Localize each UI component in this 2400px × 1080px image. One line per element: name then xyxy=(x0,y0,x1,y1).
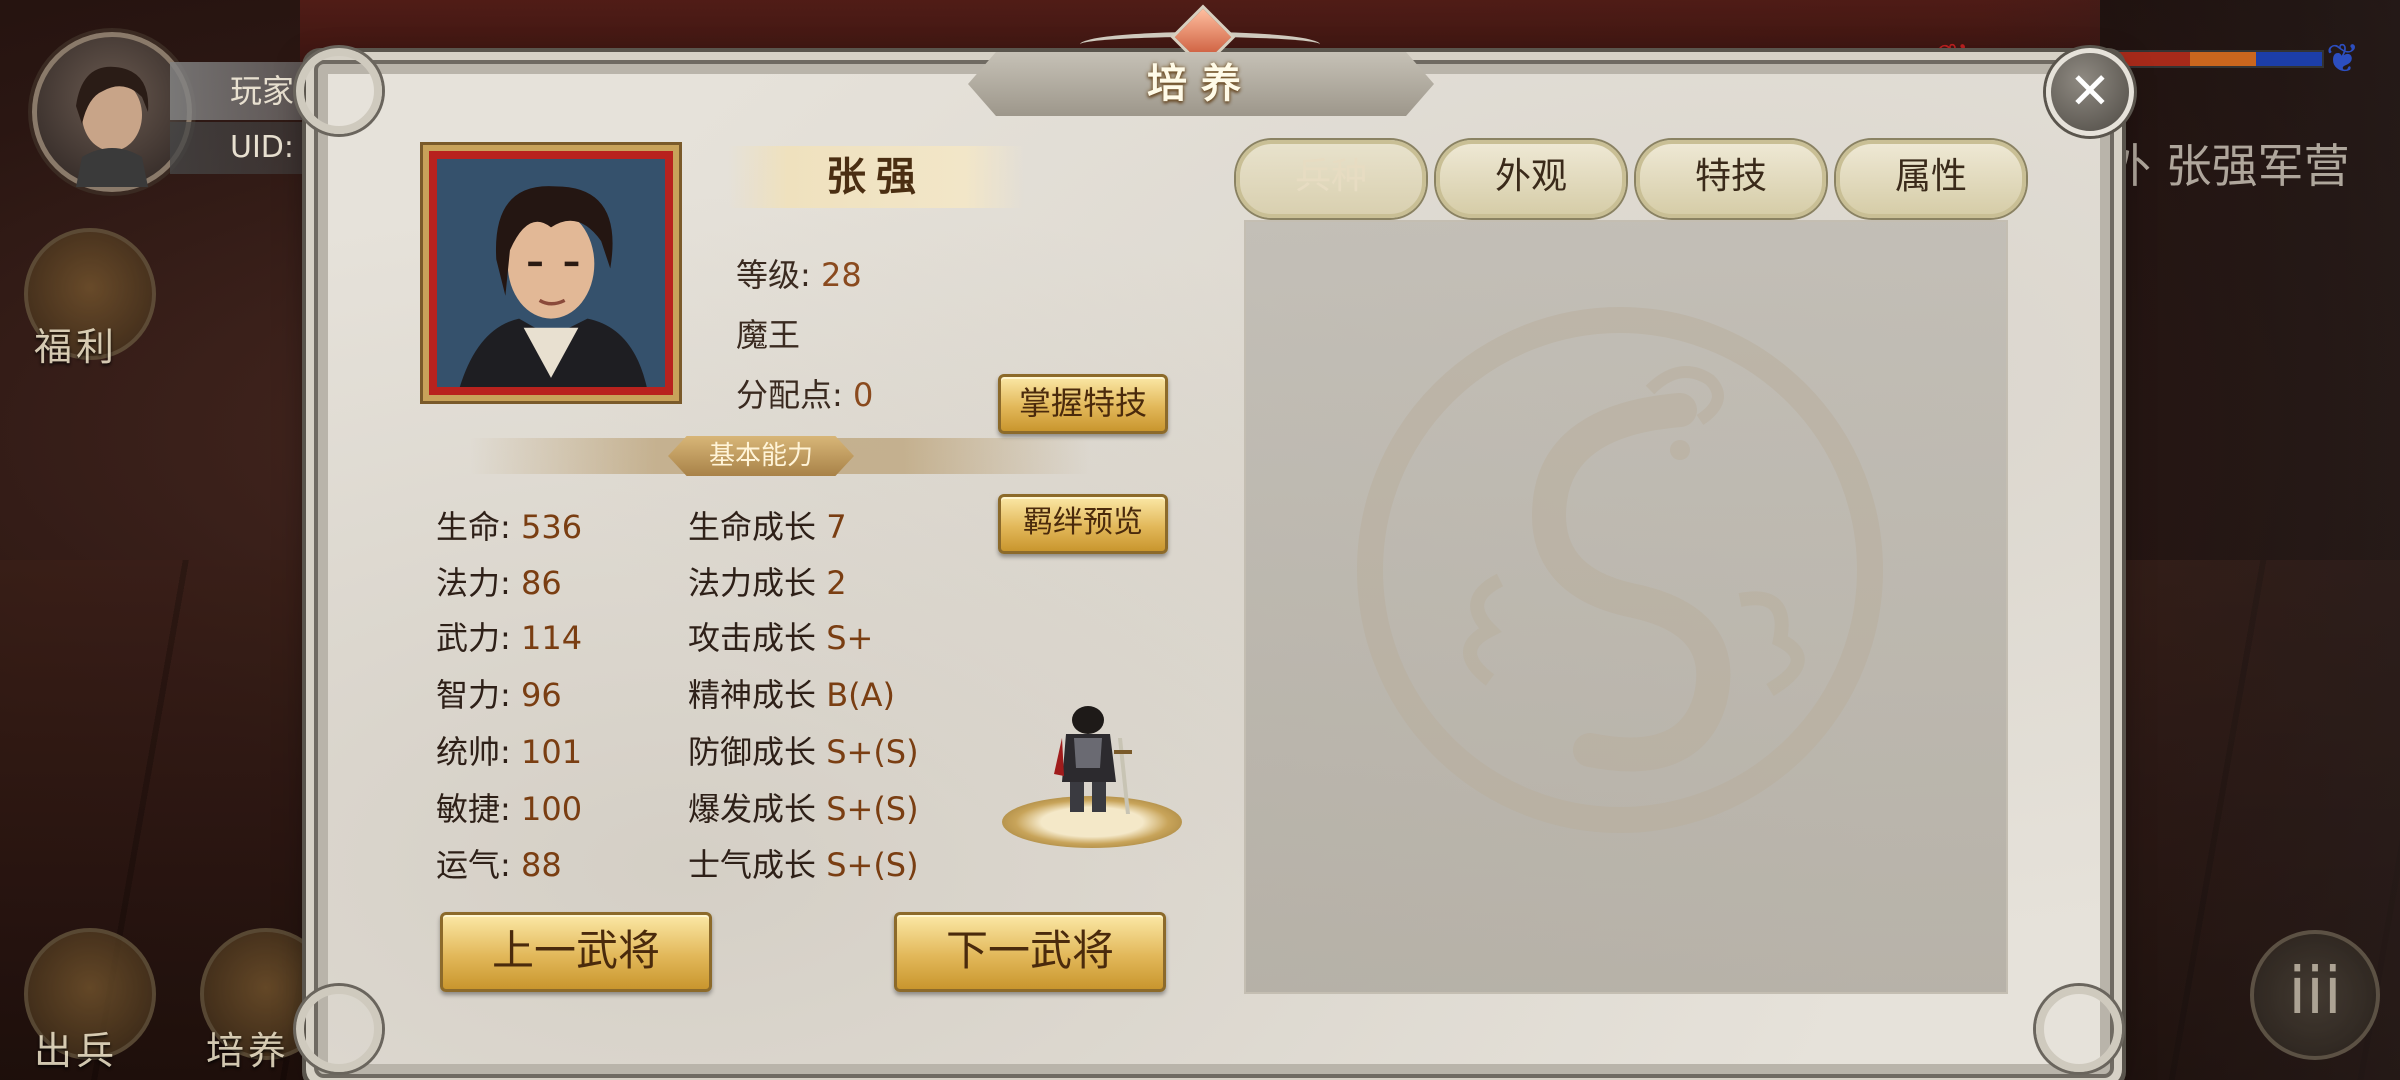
stat-value: 96 xyxy=(520,676,562,714)
stat-value: 88 xyxy=(520,846,562,884)
hero-level: 等级: 28 xyxy=(736,250,862,296)
growth-burst: 爆发成长 S+(S) xyxy=(688,784,919,830)
hero-name: 张强 xyxy=(728,146,1024,208)
stat-label: 智力: xyxy=(436,676,511,714)
stat-value: S+ xyxy=(826,619,874,657)
stat-label: 统帅: xyxy=(436,733,511,771)
menu-button[interactable]: iii xyxy=(2250,930,2380,1060)
stat-value: S+(S) xyxy=(826,846,919,884)
stat-value: S+(S) xyxy=(826,733,919,771)
stat-value: S+(S) xyxy=(826,790,919,828)
dialog-title: 培养 xyxy=(968,52,1434,116)
stat-value: B(A) xyxy=(826,676,895,714)
growth-attack: 攻击成长 S+ xyxy=(688,613,873,659)
hero-portrait xyxy=(420,142,682,404)
hero-class: 魔王 xyxy=(736,316,801,354)
dialog-corner-ornament xyxy=(2036,986,2122,1072)
dialog-corner-ornament xyxy=(296,48,382,134)
train-label[interactable]: 培养 xyxy=(206,1020,290,1075)
growth-morale: 士气成长 S+(S) xyxy=(688,840,919,886)
points-label: 分配点: xyxy=(736,376,843,414)
stat-hp: 生命: 536 xyxy=(436,502,582,548)
stat-force: 武力: 114 xyxy=(436,613,582,659)
stat-value: 7 xyxy=(826,508,847,546)
stat-value: 101 xyxy=(520,733,583,771)
close-button[interactable]: ✕ xyxy=(2046,48,2134,136)
stat-label: 法力: xyxy=(436,564,511,602)
dialog-corner-ornament xyxy=(296,986,382,1072)
growth-spirit: 精神成长 B(A) xyxy=(688,670,895,716)
growth-defense: 防御成长 S+(S) xyxy=(688,727,919,773)
level-value: 28 xyxy=(820,256,862,294)
player-avatar[interactable] xyxy=(32,32,192,192)
player-face-icon xyxy=(76,66,149,187)
stat-intellect: 智力: 96 xyxy=(436,670,562,716)
prev-general-button[interactable]: 上一武将 xyxy=(440,912,712,992)
hero-face-icon xyxy=(437,159,665,387)
stat-value: 100 xyxy=(520,790,583,828)
stat-label: 精神成长 xyxy=(688,676,817,714)
tab-troop-type[interactable]: 兵种 xyxy=(1236,140,1426,218)
blue-bird-icon: ❦ xyxy=(2326,36,2360,82)
dragon-seal-icon xyxy=(1357,307,1883,833)
stat-label: 士气成长 xyxy=(688,846,817,884)
tab-appearance[interactable]: 外观 xyxy=(1436,140,1626,218)
level-label: 等级: xyxy=(736,256,811,294)
next-general-button[interactable]: 下一武将 xyxy=(894,912,1166,992)
stat-value: 86 xyxy=(520,564,562,602)
hero-points: 分配点: 0 xyxy=(736,370,873,416)
stat-command: 统帅: 101 xyxy=(436,727,582,773)
stat-agility: 敏捷: 100 xyxy=(436,784,582,830)
stat-label: 武力: xyxy=(436,619,511,657)
master-skill-button[interactable]: 掌握特技 xyxy=(998,374,1168,434)
stat-mp: 法力: 86 xyxy=(436,558,562,604)
stat-label: 攻击成长 xyxy=(688,619,817,657)
section-title: 基本能力 xyxy=(668,436,854,476)
growth-hp: 生命成长 7 xyxy=(688,502,847,548)
stat-label: 生命: xyxy=(436,508,511,546)
stat-label: 生命成长 xyxy=(688,508,817,546)
stat-label: 法力成长 xyxy=(688,564,817,602)
stat-value: 536 xyxy=(520,508,583,546)
tab-attributes[interactable]: 属性 xyxy=(1836,140,2026,218)
stat-value: 114 xyxy=(520,619,583,657)
stat-label: 爆发成长 xyxy=(688,790,817,828)
growth-mp: 法力成长 2 xyxy=(688,558,847,604)
unit-sprite-icon xyxy=(1054,706,1132,814)
points-value: 0 xyxy=(852,376,874,414)
welfare-label[interactable]: 福利 xyxy=(34,316,118,371)
stat-label: 敏捷: xyxy=(436,790,511,828)
stat-value: 2 xyxy=(826,564,847,602)
stat-label: 运气: xyxy=(436,846,511,884)
stat-luck: 运气: 88 xyxy=(436,840,562,886)
camp-title: 外 张强军营 xyxy=(2105,139,2350,193)
stat-label: 防御成长 xyxy=(688,733,817,771)
tab-skills[interactable]: 特技 xyxy=(1636,140,1826,218)
deploy-label[interactable]: 出兵 xyxy=(34,1020,118,1075)
bond-preview-button[interactable]: 羁绊预览 xyxy=(998,494,1168,554)
